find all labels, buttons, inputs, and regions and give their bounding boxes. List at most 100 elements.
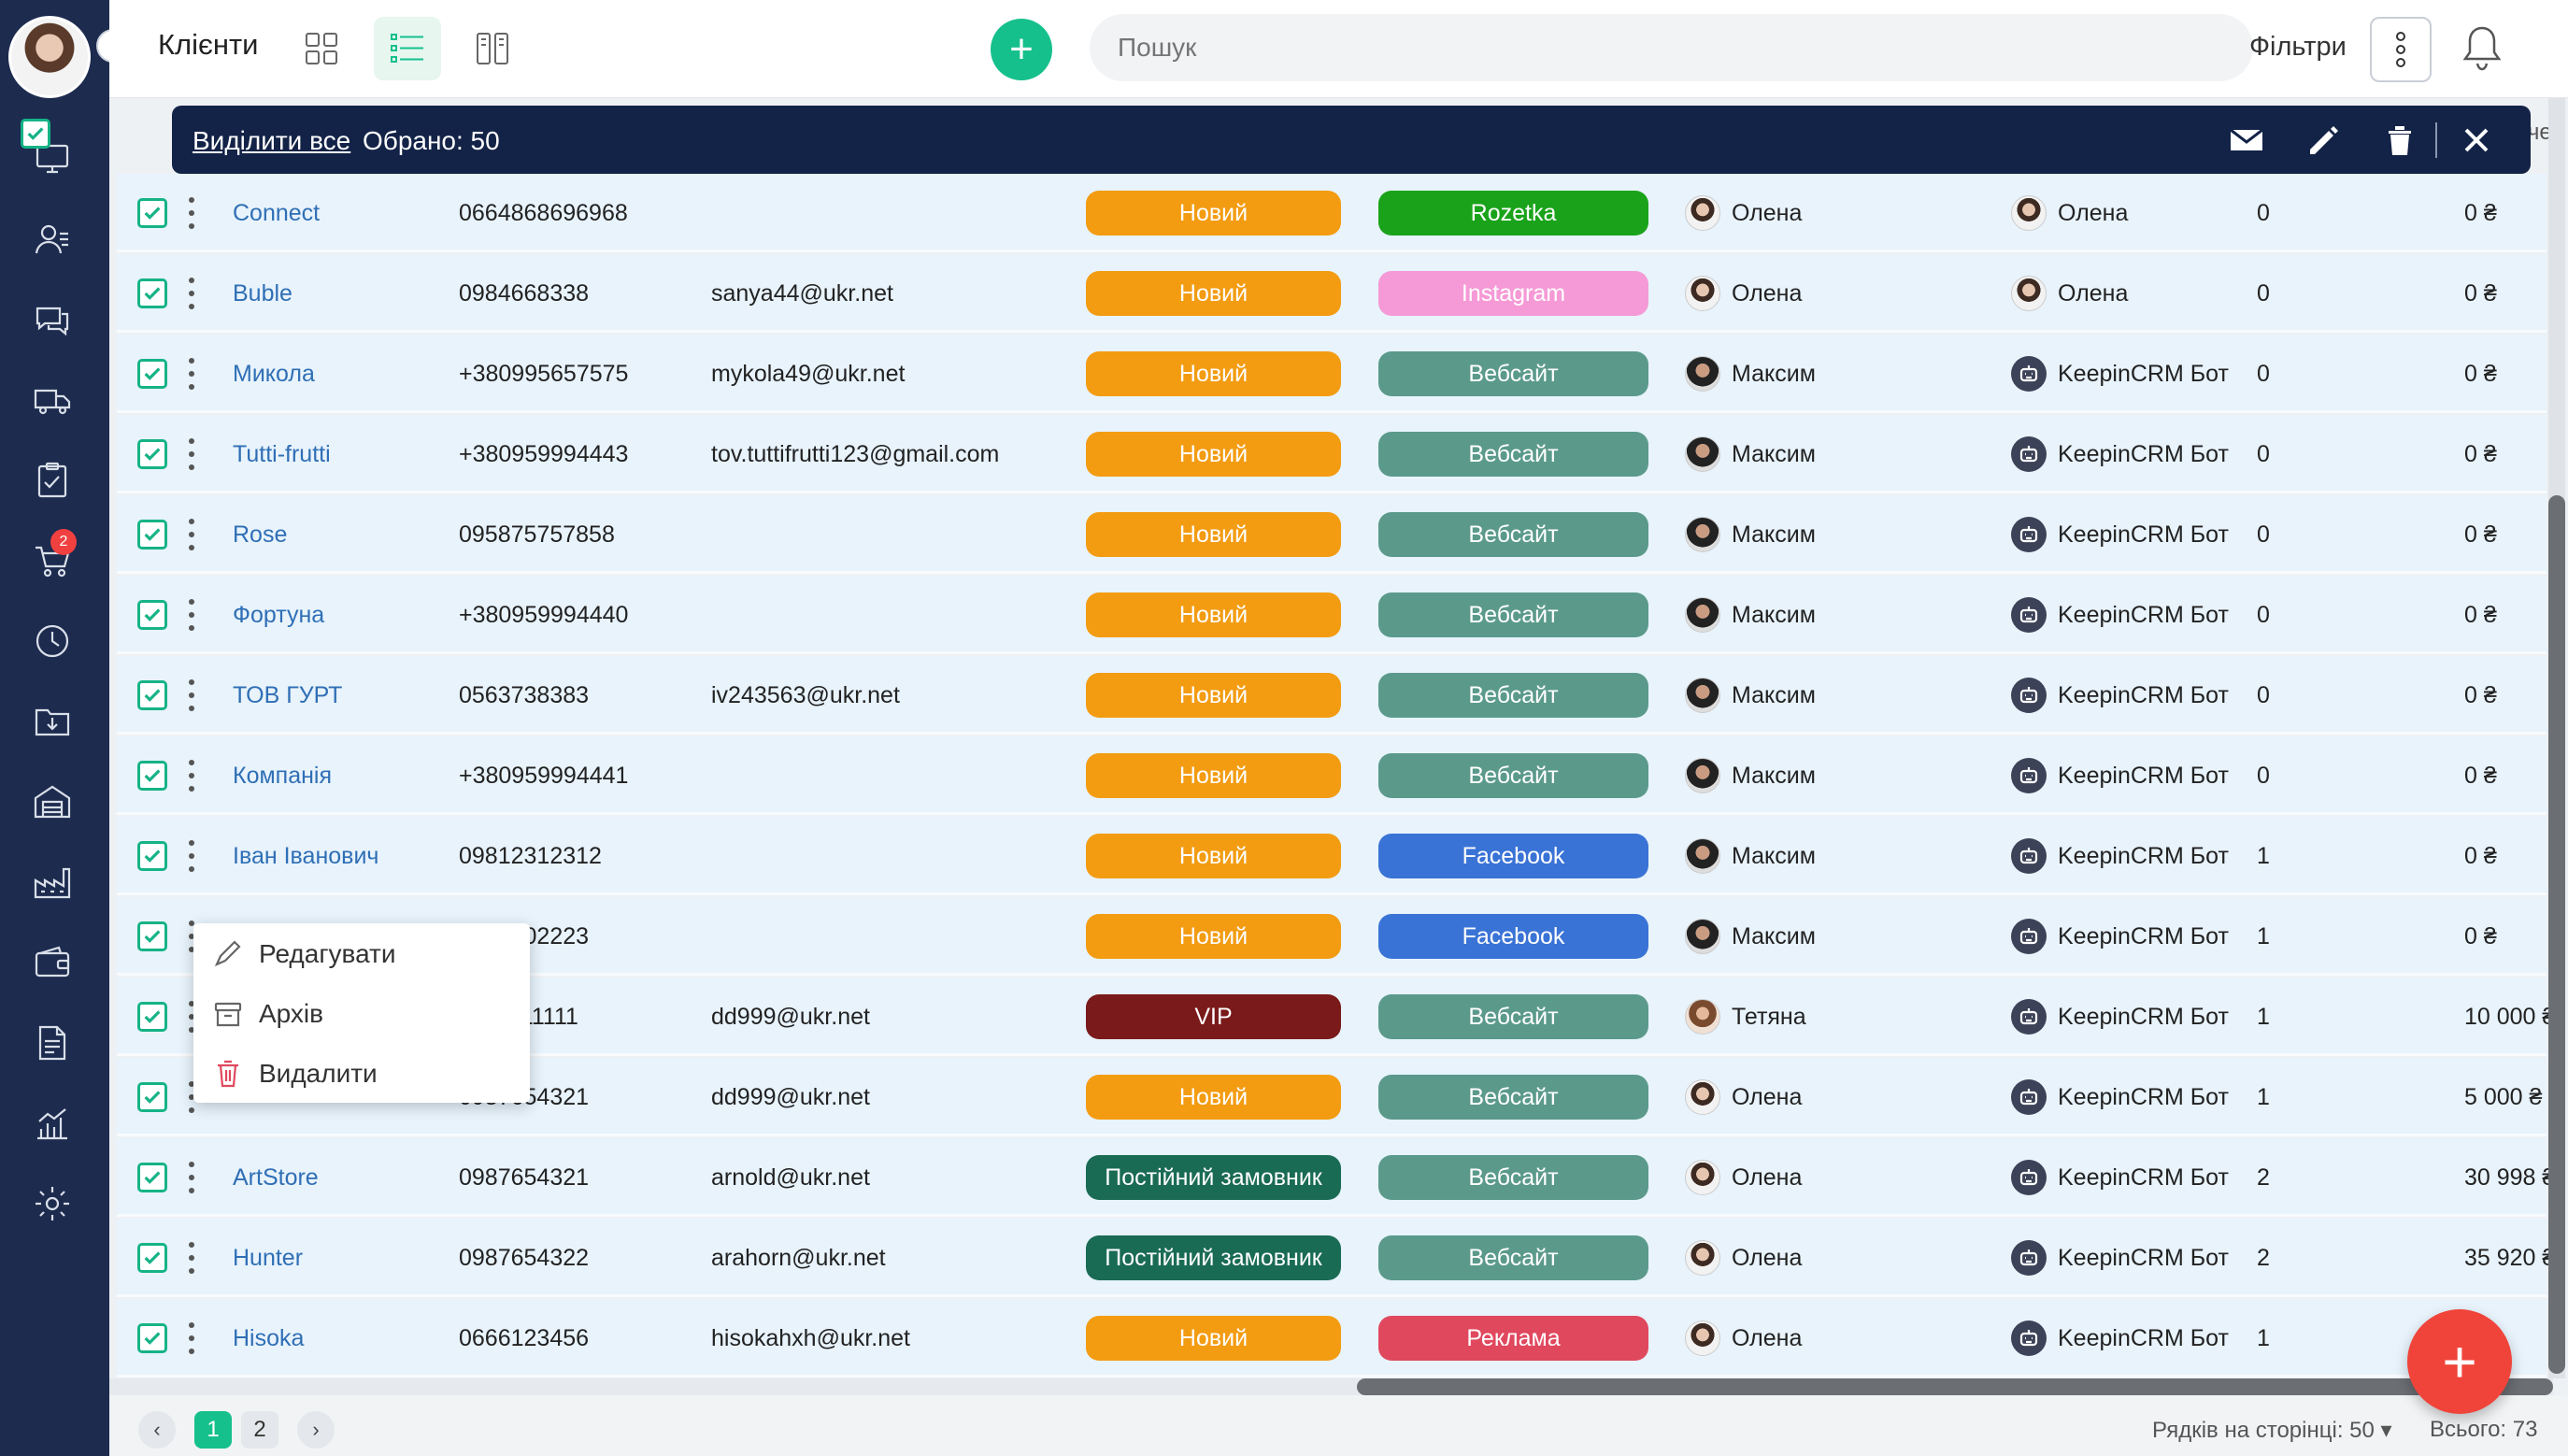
row-checkbox[interactable] [137,1002,167,1032]
menu-item-delete[interactable]: Видалити [212,1058,378,1090]
row-menu-icon[interactable] [185,519,198,550]
source-badge[interactable]: Вебсайт [1378,592,1648,637]
status-badge[interactable]: Постійний замовник [1086,1235,1341,1280]
search-input[interactable] [1090,14,2253,81]
menu-item-archive[interactable]: Архів [212,998,323,1030]
table-row[interactable]: Rose 095875757858 Новий Вебсайт Максим K… [117,495,2547,574]
row-menu-icon[interactable] [185,840,198,872]
row-checkbox[interactable] [137,359,167,389]
row-checkbox[interactable] [137,841,167,871]
row-checkbox[interactable] [137,600,167,630]
settings-icon[interactable] [32,1183,73,1224]
row-checkbox[interactable] [137,921,167,951]
table-row[interactable]: Фортуна +380959994440 Новий Вебсайт Макс… [117,576,2547,654]
contacts-icon[interactable] [32,219,73,260]
chat-icon[interactable] [32,299,73,340]
table-row[interactable]: ТОВ ГУРТ 0563738383 iv243563@ukr.net Нов… [117,656,2547,735]
edit-pencil-icon[interactable] [2304,121,2342,159]
select-all-link[interactable]: Виділити все [193,126,350,156]
grid-view-button[interactable] [288,17,355,80]
row-menu-icon[interactable] [185,358,198,390]
client-name[interactable]: Hisoka [233,1325,304,1352]
close-icon[interactable] [2458,121,2495,159]
row-checkbox[interactable] [137,1243,167,1273]
list-view-button[interactable] [374,17,441,80]
page-button-1[interactable]: 1 [194,1411,232,1449]
status-badge[interactable]: Новий [1086,673,1341,718]
client-name[interactable]: Rose [233,521,287,549]
row-checkbox[interactable] [137,1082,167,1112]
source-badge[interactable]: Вебсайт [1378,753,1648,798]
user-avatar[interactable] [8,16,91,98]
status-badge[interactable]: Новий [1086,271,1341,316]
client-name[interactable]: ArtStore [233,1164,319,1192]
status-badge[interactable]: VIP [1086,994,1341,1039]
kanban-view-button[interactable] [459,17,526,80]
select-all-checkbox[interactable] [21,119,50,149]
row-checkbox[interactable] [137,761,167,791]
horizontal-scrollbar-thumb[interactable] [1357,1378,2553,1395]
row-checkbox[interactable] [137,278,167,308]
source-badge[interactable]: Rozetka [1378,191,1648,236]
source-badge[interactable]: Вебсайт [1378,512,1648,557]
status-badge[interactable]: Новий [1086,432,1341,477]
status-badge[interactable]: Новий [1086,351,1341,396]
table-row[interactable]: Buble 0984668338 sanya44@ukr.net Новий I… [117,254,2547,333]
status-badge[interactable]: Новий [1086,592,1341,637]
source-badge[interactable]: Вебсайт [1378,351,1648,396]
client-name[interactable]: Connect [233,200,320,227]
status-badge[interactable]: Новий [1086,834,1341,878]
clipboard-icon[interactable] [32,460,73,501]
source-badge[interactable]: Вебсайт [1378,994,1648,1039]
row-menu-icon[interactable] [185,760,198,792]
row-checkbox[interactable] [137,520,167,550]
floating-add-button[interactable]: + [2407,1309,2512,1414]
next-page-button[interactable]: › [297,1411,335,1449]
row-menu-icon[interactable] [185,197,198,229]
add-button[interactable]: + [991,19,1052,80]
vertical-scrollbar-thumb[interactable] [2548,495,2565,1374]
source-badge[interactable]: Вебсайт [1378,1075,1648,1120]
status-badge[interactable]: Новий [1086,1316,1341,1361]
status-badge[interactable]: Новий [1086,191,1341,236]
row-menu-icon[interactable] [185,278,198,309]
menu-item-edit[interactable]: Редагувати [212,938,396,970]
source-badge[interactable]: Реклама [1378,1316,1648,1361]
row-checkbox[interactable] [137,1323,167,1353]
status-badge[interactable]: Новий [1086,1075,1341,1120]
client-name[interactable]: Buble [233,280,292,307]
client-name[interactable]: Hunter [233,1245,303,1272]
table-row[interactable]: Connect 0664868696968 Новий Rozetka Олен… [117,174,2547,252]
source-badge[interactable]: Вебсайт [1378,1155,1648,1200]
table-row[interactable]: Микола +380995657575 mykola49@ukr.net Но… [117,335,2547,413]
client-name[interactable]: ТОВ ГУРТ [233,682,342,709]
table-row[interactable]: Hisoka 0666123456 hisokahxh@ukr.net Нови… [117,1299,2547,1377]
document-icon[interactable] [32,1022,73,1063]
factory-icon[interactable] [32,862,73,903]
filters-button[interactable]: Фільтри [2249,32,2347,63]
source-badge[interactable]: Вебсайт [1378,1235,1648,1280]
download-folder-icon[interactable] [32,701,73,742]
table-row[interactable]: Іван Іванович 09812312312 Новий Facebook… [117,817,2547,895]
clock-icon[interactable] [32,621,73,662]
client-name[interactable]: Фортуна [233,602,324,629]
warehouse-icon[interactable] [32,781,73,822]
client-name[interactable]: Компанія [233,763,332,790]
row-menu-icon[interactable] [185,679,198,711]
bell-icon[interactable] [2461,24,2504,73]
source-badge[interactable]: Вебсайт [1378,673,1648,718]
row-checkbox[interactable] [137,1163,167,1192]
table-row[interactable]: Hunter 0987654322 arahorn@ukr.net Постій… [117,1219,2555,1297]
rows-per-page-select[interactable]: Рядків на сторінці: 50 ▾ [2152,1417,2392,1444]
source-badge[interactable]: Facebook [1378,914,1648,959]
row-menu-icon[interactable] [185,1322,198,1354]
page-button-2[interactable]: 2 [241,1411,278,1449]
wallet-icon[interactable] [32,942,73,983]
mail-icon[interactable] [2228,121,2265,159]
table-row[interactable]: ArtStore 0987654321 arnold@ukr.net Пості… [117,1138,2555,1217]
status-badge[interactable]: Новий [1086,753,1341,798]
row-checkbox[interactable] [137,680,167,710]
row-menu-icon[interactable] [185,599,198,631]
status-badge[interactable]: Новий [1086,914,1341,959]
delivery-truck-icon[interactable] [32,379,73,421]
